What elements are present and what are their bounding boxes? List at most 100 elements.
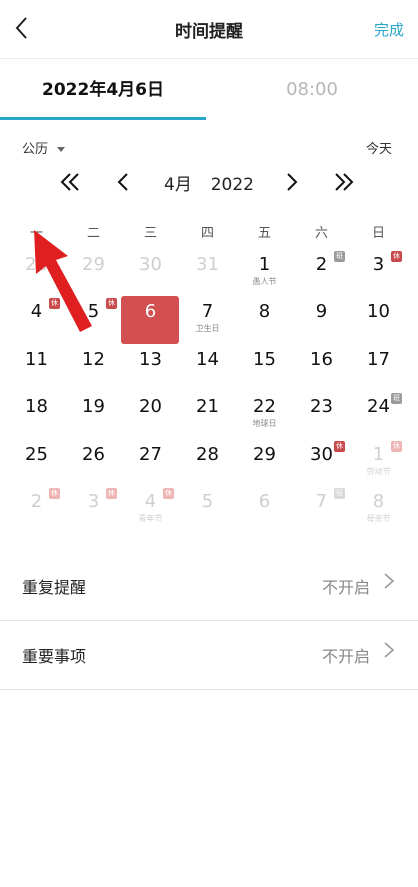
day-cell[interactable]: 8 母亲节 <box>350 487 407 535</box>
holiday-label: 劳动节 <box>366 467 391 476</box>
day-cell[interactable]: 27 <box>122 440 179 488</box>
day-cell[interactable]: 14 <box>179 345 236 393</box>
important-item-row[interactable]: 重要事项 不开启 <box>0 619 418 690</box>
day-number: 16 <box>310 349 333 370</box>
day-cell[interactable]: 6 <box>236 487 293 535</box>
calendar-type-label: 公历 <box>22 142 49 157</box>
day-cell[interactable]: 10 <box>350 297 407 345</box>
day-cell[interactable]: 2休 <box>8 487 65 535</box>
day-cell[interactable]: 16 <box>293 345 350 393</box>
top-bar: 时间提醒 完成 <box>0 0 418 59</box>
day-number: 14 <box>196 349 219 370</box>
repeat-reminder-value: 不开启 <box>321 578 370 597</box>
done-button[interactable]: 完成 <box>374 19 404 40</box>
day-number: 8 <box>372 491 385 512</box>
holiday-label: 卫生日 <box>195 324 220 333</box>
holiday-label: 愚人节 <box>252 277 277 286</box>
day-number: 25 <box>25 444 48 465</box>
double-chevron-right-icon <box>335 173 354 191</box>
weekday-label: 三 <box>143 226 157 241</box>
day-cell[interactable]: 3休 <box>350 250 407 298</box>
day-number: 8 <box>258 301 271 322</box>
important-item-label: 重要事项 <box>22 647 87 666</box>
day-cell[interactable]: 3休 <box>65 487 122 535</box>
day-number: 6 <box>144 301 157 322</box>
day-number: 26 <box>82 444 105 465</box>
calendar-type-dropdown[interactable]: 公历 <box>22 138 66 157</box>
day-number: 28 <box>196 444 219 465</box>
day-cell[interactable]: 31 <box>179 250 236 298</box>
day-number: 15 <box>253 349 276 370</box>
day-cell[interactable]: 7 卫生日 <box>179 297 236 345</box>
active-tab-indicator <box>0 117 206 120</box>
day-cell[interactable]: 29 <box>236 440 293 488</box>
rest-day-badge: 休 <box>106 298 117 309</box>
day-number: 18 <box>25 396 48 417</box>
day-number: 10 <box>367 301 390 322</box>
day-cell[interactable]: 9 <box>293 297 350 345</box>
day-cell[interactable]: 13 <box>122 345 179 393</box>
next-month-button[interactable] <box>284 168 300 196</box>
day-number: 20 <box>139 396 162 417</box>
repeat-reminder-label: 重复提醒 <box>22 578 87 597</box>
work-day-badge: 班 <box>334 251 345 262</box>
holiday-label: 青年节 <box>138 514 163 523</box>
rest-day-badge: 休 <box>163 488 174 499</box>
day-number: 11 <box>25 349 48 370</box>
weekday-label: 四 <box>200 226 214 241</box>
day-cell[interactable]: 21 <box>179 392 236 440</box>
day-cell[interactable]: 26 <box>65 440 122 488</box>
day-cell[interactable]: 20 <box>122 392 179 440</box>
tab-time[interactable]: 08:00 <box>206 60 418 120</box>
day-number: 5 <box>201 491 214 512</box>
day-cell[interactable]: 1 愚人节 <box>236 250 293 298</box>
annotation-arrow-icon <box>34 230 92 332</box>
day-cell[interactable]: 15 <box>236 345 293 393</box>
tab-date[interactable]: 2022年4月6日 <box>0 60 206 120</box>
day-number: 7 <box>201 301 214 322</box>
chevron-right-icon <box>287 173 298 191</box>
weekday-label: 五 <box>257 226 271 241</box>
day-cell[interactable]: 30 休 <box>293 440 350 488</box>
day-cell[interactable]: 12 <box>65 345 122 393</box>
day-cell[interactable]: 8 <box>236 297 293 345</box>
day-cell[interactable]: 4 青年节休 <box>122 487 179 535</box>
day-cell[interactable]: 5 <box>179 487 236 535</box>
day-number: 23 <box>310 396 333 417</box>
rest-day-badge: 休 <box>391 251 402 262</box>
day-number: 21 <box>196 396 219 417</box>
day-cell[interactable]: 30 <box>122 250 179 298</box>
work-day-badge: 班 <box>391 393 402 404</box>
day-cell[interactable]: 24 班 <box>350 392 407 440</box>
day-number: 13 <box>139 349 162 370</box>
day-cell[interactable]: 2班 <box>293 250 350 298</box>
day-number: 1 <box>258 254 271 275</box>
holiday-label: 母亲节 <box>366 514 391 523</box>
work-day-badge: 班 <box>334 488 345 499</box>
date-time-tabs: 2022年4月6日 08:00 <box>0 60 418 120</box>
important-item-value: 不开启 <box>321 647 370 666</box>
weekday-label: 六 <box>314 226 328 241</box>
day-number: 19 <box>82 396 105 417</box>
day-cell[interactable]: 18 <box>8 392 65 440</box>
day-cell[interactable]: 19 <box>65 392 122 440</box>
next-year-button[interactable] <box>332 168 356 196</box>
day-cell[interactable]: 17 <box>350 345 407 393</box>
day-number: 29 <box>253 444 276 465</box>
rest-day-badge: 休 <box>334 441 345 452</box>
day-number: 9 <box>315 301 328 322</box>
day-cell[interactable]: 25 <box>8 440 65 488</box>
day-cell[interactable]: 28 <box>179 440 236 488</box>
day-number: 27 <box>139 444 162 465</box>
selected-day-cell[interactable]: 6 <box>122 297 179 345</box>
repeat-reminder-row[interactable]: 重复提醒 不开启 <box>0 550 418 621</box>
day-cell[interactable]: 11 <box>8 345 65 393</box>
day-number: 22 <box>253 396 276 417</box>
day-cell[interactable]: 22 地球日 <box>236 392 293 440</box>
day-cell[interactable]: 23 <box>293 392 350 440</box>
day-cell[interactable]: 7班 <box>293 487 350 535</box>
day-number: 6 <box>258 491 271 512</box>
year-text: 2022 <box>210 175 254 195</box>
day-cell[interactable]: 1 劳动节休 <box>350 440 407 488</box>
today-button[interactable]: 今天 <box>366 138 392 157</box>
